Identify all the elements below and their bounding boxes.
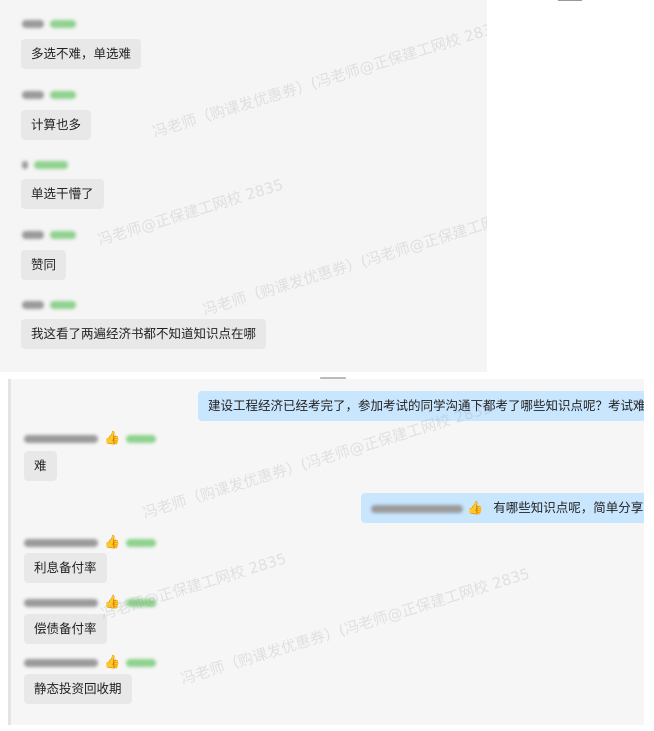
thumbs-up-icon: 👍	[104, 535, 121, 550]
panel-left-edge	[8, 379, 11, 725]
message-bubble[interactable]: 我这看了两遍经济书都不知道知识点在哪	[21, 319, 267, 349]
sender-name-blurred	[22, 88, 76, 101]
message-text: 静态投资回收期	[34, 681, 122, 696]
sender-name-blurred: 👍	[24, 595, 157, 610]
message-text: 有哪些知识点呢，简单分享下	[493, 500, 644, 515]
message-bubble[interactable]: 利息备付率	[24, 553, 107, 583]
message-bubble[interactable]: 偿债备付率	[24, 614, 107, 644]
top-edge-line	[558, 0, 582, 1]
message-bubble[interactable]: 单选干懵了	[21, 179, 104, 209]
message-bubble[interactable]: 多选不难，单选难	[21, 39, 142, 69]
message-text: 难	[34, 458, 47, 473]
message-bubble[interactable]: 难	[24, 451, 57, 481]
message-text: 利息备付率	[34, 560, 97, 575]
outgoing-message-bubble[interactable]: 👍 有哪些知识点呢，简单分享下	[361, 493, 644, 523]
message-text: 我这看了两遍经济书都不知道知识点在哪	[31, 326, 257, 341]
mention-blurred: 👍	[371, 502, 483, 515]
watermark: 冯老师（购课发优惠券）(冯老师@正保建工网校 2835	[150, 17, 487, 142]
outgoing-message-bubble[interactable]: 建设工程经济已经考完了，参加考试的同学沟通下都考了哪些知识点呢？考试难不难?	[198, 391, 644, 421]
sender-name-blurred	[22, 228, 76, 241]
message-bubble[interactable]: 静态投资回收期	[24, 674, 132, 704]
message-text: 单选干懵了	[31, 186, 94, 201]
sender-name-blurred: 👍	[24, 535, 157, 550]
watermark: 冯老师（购课发优惠券）(冯老师@正保建工网校 2835	[178, 564, 532, 689]
sender-name-blurred	[22, 158, 68, 171]
message-text: 计算也多	[31, 117, 82, 132]
watermark: 冯老师@正保建工网校 2835	[98, 549, 289, 624]
thumbs-up-icon: 👍	[104, 655, 121, 670]
sender-name-blurred	[22, 298, 76, 311]
watermark: 冯老师（购课发优惠券）(冯老师@正保建工网校 2835	[200, 196, 487, 320]
message-bubble[interactable]: 赞同	[21, 250, 67, 280]
sender-name-blurred: 👍	[24, 431, 157, 446]
thumbs-up-icon: 👍	[104, 595, 121, 610]
message-text: 赞同	[31, 257, 57, 272]
message-text: 偿债备付率	[34, 621, 97, 636]
message-text: 多选不难，单选难	[31, 46, 132, 61]
group-chat-panel-bottom: 建设工程经济已经考完了，参加考试的同学沟通下都考了哪些知识点呢？考试难不难? 👍…	[8, 379, 644, 725]
sender-name-blurred: 👍	[24, 655, 157, 670]
message-bubble[interactable]: 计算也多	[21, 110, 92, 140]
watermark: 冯老师@正保建工网校 2835	[95, 175, 286, 250]
group-chat-panel-top: 多选不难，单选难 计算也多 单选干懵了 赞同 我这看了两遍经济书都不知道知识点在…	[0, 0, 487, 372]
message-text: 建设工程经济已经考完了，参加考试的同学沟通下都考了哪些知识点呢？考试难不难?	[208, 398, 644, 413]
thumbs-up-icon: 👍	[104, 431, 121, 446]
thumbs-up-icon: 👍	[467, 501, 484, 516]
sender-name-blurred	[22, 17, 76, 30]
